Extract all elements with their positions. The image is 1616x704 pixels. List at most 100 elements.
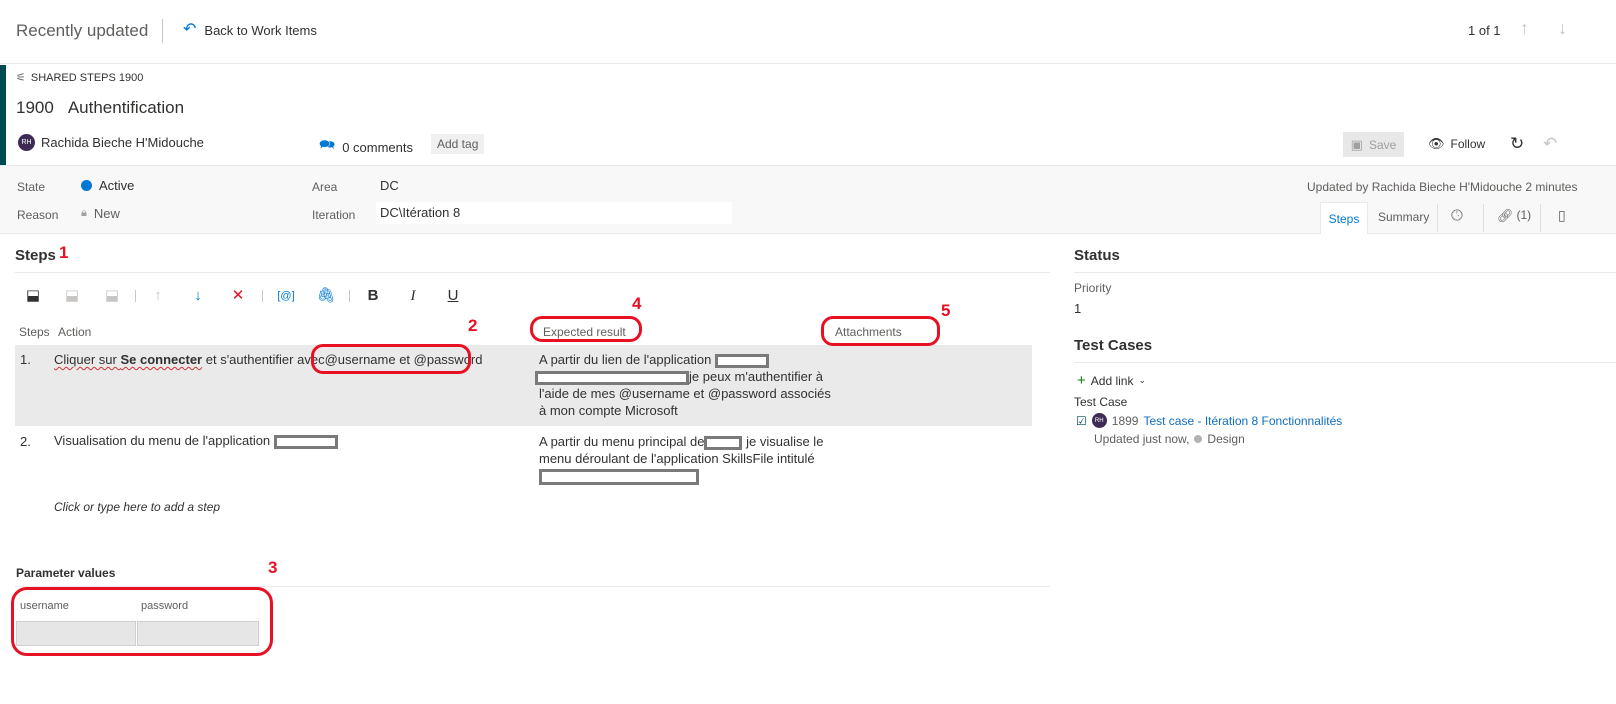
- priority-value[interactable]: 1: [1074, 301, 1081, 316]
- plus-icon: +: [1077, 372, 1086, 389]
- tab-attachments-icon[interactable]: ▯: [1558, 207, 1566, 224]
- add-link-label: Add link: [1090, 373, 1134, 388]
- insert-shared-steps-icon[interactable]: ⬓: [62, 286, 82, 306]
- test-case-updated: Updated just now,: [1094, 432, 1190, 446]
- test-case-group-label: Test Case: [1074, 395, 1128, 409]
- step-expected-result[interactable]: A partir du menu principal de je visuali…: [539, 433, 839, 485]
- add-step-placeholder[interactable]: Click or type here to add a step: [54, 500, 220, 514]
- state-field[interactable]: Active: [81, 178, 134, 193]
- tab-summary[interactable]: Summary: [1378, 210, 1429, 224]
- previous-arrow-icon[interactable]: ↑: [1520, 18, 1529, 39]
- iteration-field[interactable]: DC\Itération 8: [376, 202, 732, 224]
- redacted-block: [704, 435, 743, 450]
- parameter-values-title: Parameter values: [16, 566, 116, 580]
- avatar: RH: [1091, 413, 1107, 428]
- assignee[interactable]: RH Rachida Bieche H'Midouche: [18, 134, 204, 151]
- action-text: et s'authentifier avec: [202, 352, 325, 367]
- annotation-4: 4: [632, 294, 642, 313]
- fields-panel: [0, 165, 1616, 234]
- redacted-block: [273, 434, 338, 449]
- expected-text: A partir du menu principal de: [539, 434, 705, 449]
- expected-text: l'aide de mes @username et @password ass…: [539, 386, 831, 401]
- test-cases-title: Test Cases: [1074, 337, 1153, 354]
- expected-text: A partir du lien de l'application: [539, 352, 712, 367]
- comments-count: 0 comments: [342, 139, 413, 155]
- step-number: 1.: [20, 352, 31, 367]
- divider: [262, 290, 263, 302]
- undo-arrow-icon: ↶: [183, 21, 197, 38]
- bold-icon[interactable]: B: [363, 286, 383, 306]
- expected-text: à mon compte Microsoft: [539, 403, 678, 418]
- refresh-icon[interactable]: ↻: [1510, 134, 1524, 154]
- divider: [162, 19, 163, 43]
- action-text: Visualisation du menu de l'application: [54, 433, 271, 448]
- step-action[interactable]: Visualisation du menu de l'application: [54, 433, 338, 449]
- link-icon: 🔗︎: [1497, 208, 1514, 223]
- test-case-id: 1899: [1111, 413, 1139, 428]
- lock-icon: 🔒︎: [81, 207, 87, 219]
- comment-icon: 🗪: [319, 137, 336, 152]
- tab-steps[interactable]: Steps: [1320, 202, 1368, 234]
- create-shared-steps-icon[interactable]: ⬓: [102, 286, 122, 306]
- save-label: Save: [1368, 137, 1397, 152]
- divider: [1074, 272, 1616, 273]
- iteration-label: Iteration: [312, 208, 356, 222]
- col-steps-header: Steps: [19, 325, 50, 339]
- iteration-value: DC\Itération 8: [380, 205, 461, 220]
- move-down-icon[interactable]: ↓: [188, 286, 208, 306]
- redacted-block: [535, 370, 689, 385]
- next-arrow-icon[interactable]: ↓: [1558, 18, 1567, 39]
- work-item-title[interactable]: Authentification: [68, 98, 184, 118]
- expected-text: menu déroulant de l'application SkillsFi…: [539, 451, 815, 466]
- redacted-block: [714, 353, 769, 368]
- area-value[interactable]: DC: [380, 178, 399, 193]
- annotation-3: 3: [268, 558, 278, 577]
- test-case-state: Design: [1207, 432, 1245, 446]
- back-to-work-items-link[interactable]: ↶ Back to Work Items: [183, 22, 317, 38]
- updated-by-text: Updated by Rachida Bieche H'Midouche 2 m…: [1307, 180, 1578, 194]
- test-case-icon: ☑: [1076, 413, 1087, 428]
- annotation-box: [530, 316, 642, 342]
- test-case-title-link[interactable]: Test case - Itération 8 Fonctionnalités: [1143, 414, 1342, 428]
- insert-parameter-icon[interactable]: [@]: [276, 286, 296, 306]
- type-color-bar: [0, 65, 6, 165]
- save-button[interactable]: ▣ Save: [1343, 132, 1404, 157]
- add-tag-button[interactable]: Add tag: [431, 134, 485, 154]
- chevron-down-icon: ⌄: [1138, 375, 1147, 385]
- annotation-box: [821, 316, 940, 346]
- divider: [349, 290, 350, 302]
- italic-icon[interactable]: I: [403, 286, 423, 306]
- step-number: 2.: [20, 434, 31, 449]
- redacted-block: [539, 468, 699, 485]
- tab-steps-label: Steps: [1328, 211, 1360, 226]
- delete-icon[interactable]: ✕: [228, 286, 248, 306]
- recently-updated-label[interactable]: Recently updated: [16, 21, 148, 41]
- reason-value: New: [93, 206, 120, 221]
- test-case-item[interactable]: ☑ RH 1899 Test case - Itération 8 Foncti…: [1076, 413, 1342, 428]
- undo-icon[interactable]: ↶: [1543, 134, 1557, 154]
- follow-button[interactable]: 👁 Follow: [1428, 136, 1485, 152]
- back-label: Back to Work Items: [204, 22, 317, 38]
- tab-links[interactable]: 🔗︎ (1): [1497, 208, 1531, 224]
- insert-step-icon[interactable]: ⬓: [23, 286, 43, 306]
- add-link-button[interactable]: + Add link ⌄: [1077, 372, 1146, 389]
- pager-text: 1 of 1: [1468, 23, 1501, 38]
- work-item-title-row: 1900 Authentification: [16, 98, 184, 118]
- follow-label: Follow: [1450, 137, 1486, 151]
- tab-history-icon[interactable]: 🕓︎: [1451, 207, 1463, 224]
- reason-field[interactable]: 🔒︎ New: [81, 206, 120, 221]
- annotation-box: [11, 587, 273, 656]
- shared-steps-icon: ⚟: [16, 72, 26, 84]
- comments-link[interactable]: 🗪 0 comments: [319, 136, 413, 158]
- divider: [1483, 204, 1484, 232]
- move-up-icon[interactable]: ↑: [148, 286, 168, 306]
- action-bold-text: Se connecter: [120, 352, 203, 367]
- top-bar: Recently updated ↶ Back to Work Items 1 …: [0, 0, 1616, 64]
- state-dot-icon: [1194, 435, 1203, 443]
- underline-icon[interactable]: U: [443, 286, 463, 306]
- attachment-icon[interactable]: 🖇︎: [316, 286, 336, 306]
- step-expected-result[interactable]: A partir du lien de l'application je peu…: [535, 351, 839, 419]
- divider: [1437, 204, 1438, 232]
- eye-icon: 👁: [1428, 136, 1445, 151]
- divider: [1540, 204, 1541, 232]
